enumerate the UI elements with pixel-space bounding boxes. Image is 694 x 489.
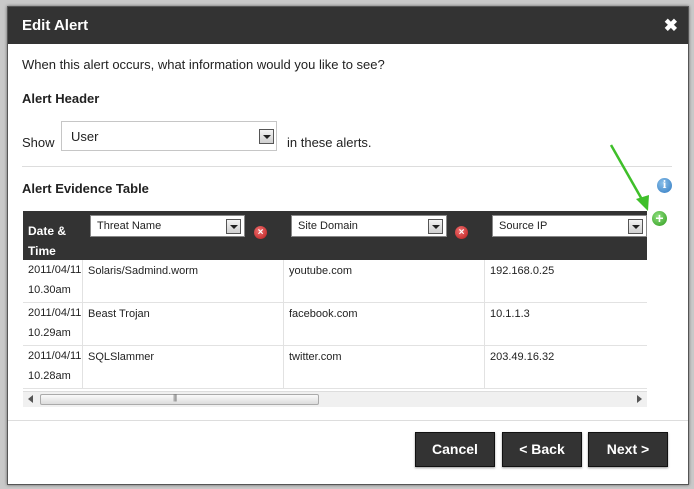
remove-column-icon[interactable]: × — [254, 226, 267, 239]
scroll-right-icon[interactable] — [637, 395, 642, 403]
footer-divider — [8, 420, 688, 421]
date-text: 2011/04/11 — [28, 264, 82, 276]
domain-cell: youtube.com — [284, 260, 485, 302]
column-select-source-ip[interactable]: Source IP — [492, 215, 647, 237]
domain-cell: facebook.com — [284, 303, 485, 345]
section-divider — [22, 166, 672, 167]
domain-cell: twitter.com — [284, 346, 485, 388]
date-cell: 2011/04/11 10.29am — [23, 303, 83, 345]
threat-cell: SQLSlammer — [83, 346, 284, 388]
domain-text: facebook.com — [289, 308, 358, 320]
date-text: 2011/04/11 — [28, 350, 82, 362]
column-select-site-domain[interactable]: Site Domain — [291, 215, 447, 237]
back-button[interactable]: < Back — [502, 432, 582, 467]
table-row: 2011/04/11 10.28am SQLSlammer twitter.co… — [23, 346, 647, 389]
date-text: 2011/04/11 — [28, 307, 82, 319]
horizontal-scrollbar[interactable] — [23, 391, 647, 407]
column-select-value: Source IP — [499, 220, 548, 232]
chevron-down-icon[interactable] — [226, 219, 241, 234]
threat-cell: Solaris/Sadmind.worm — [83, 260, 284, 302]
info-icon[interactable]: i — [657, 178, 672, 193]
dialog-title-bar: Edit Alert ✖ — [8, 7, 688, 44]
close-icon[interactable]: ✖ — [664, 16, 678, 36]
add-column-icon[interactable]: + — [652, 211, 667, 226]
time-text: 10.29am — [28, 327, 71, 339]
chevron-down-icon[interactable] — [259, 129, 274, 144]
show-label: Show — [22, 135, 55, 150]
chevron-down-icon[interactable] — [428, 219, 443, 234]
scroll-left-icon[interactable] — [28, 395, 33, 403]
table-header: Date & Time Threat Name × Site Domain × … — [23, 211, 647, 260]
ip-text: 203.49.16.32 — [490, 351, 555, 363]
time-text: 10.30am — [28, 284, 71, 296]
ip-cell: 192.168.0.25 — [485, 260, 647, 302]
cancel-button[interactable]: Cancel — [415, 432, 495, 467]
table-row: 2011/04/11 10.30am Solaris/Sadmind.worm … — [23, 260, 647, 303]
date-time-header: Date & Time — [28, 224, 67, 258]
dialog-title: Edit Alert — [22, 17, 89, 34]
alert-evidence-table-title: Alert Evidence Table — [22, 181, 149, 196]
scrollbar-thumb[interactable] — [40, 393, 319, 405]
time-text: 10.28am — [28, 370, 71, 382]
threat-text: Solaris/Sadmind.worm — [88, 265, 199, 277]
column-select-threat-name[interactable]: Threat Name — [90, 215, 245, 237]
threat-text: SQLSlammer — [88, 351, 155, 363]
edit-alert-dialog: Edit Alert ✖ When this alert occurs, wha… — [7, 6, 689, 485]
dialog-prompt: When this alert occurs, what information… — [22, 57, 385, 72]
next-button[interactable]: Next > — [588, 432, 668, 467]
chevron-down-icon[interactable] — [628, 219, 643, 234]
date-cell: 2011/04/11 10.28am — [23, 346, 83, 388]
alert-header-select[interactable]: User — [61, 121, 277, 151]
ip-text: 10.1.1.3 — [490, 308, 530, 320]
ip-cell: 10.1.1.3 — [485, 303, 647, 345]
ip-text: 192.168.0.25 — [490, 265, 555, 277]
alert-header-title: Alert Header — [22, 91, 100, 106]
remove-column-icon[interactable]: × — [455, 226, 468, 239]
threat-cell: Beast Trojan — [83, 303, 284, 345]
domain-text: twitter.com — [289, 351, 342, 363]
table-row: 2011/04/11 10.29am Beast Trojan facebook… — [23, 303, 647, 346]
column-select-value: Threat Name — [97, 220, 162, 232]
green-arrow-annotation — [609, 144, 649, 211]
in-these-alerts-label: in these alerts. — [287, 135, 372, 150]
alert-header-select-value: User — [71, 129, 99, 144]
date-cell: 2011/04/11 10.30am — [23, 260, 83, 302]
domain-text: youtube.com — [289, 265, 352, 277]
column-select-value: Site Domain — [298, 220, 358, 232]
threat-text: Beast Trojan — [88, 308, 150, 320]
ip-cell: 203.49.16.32 — [485, 346, 647, 388]
evidence-table: Date & Time Threat Name × Site Domain × … — [23, 211, 647, 405]
